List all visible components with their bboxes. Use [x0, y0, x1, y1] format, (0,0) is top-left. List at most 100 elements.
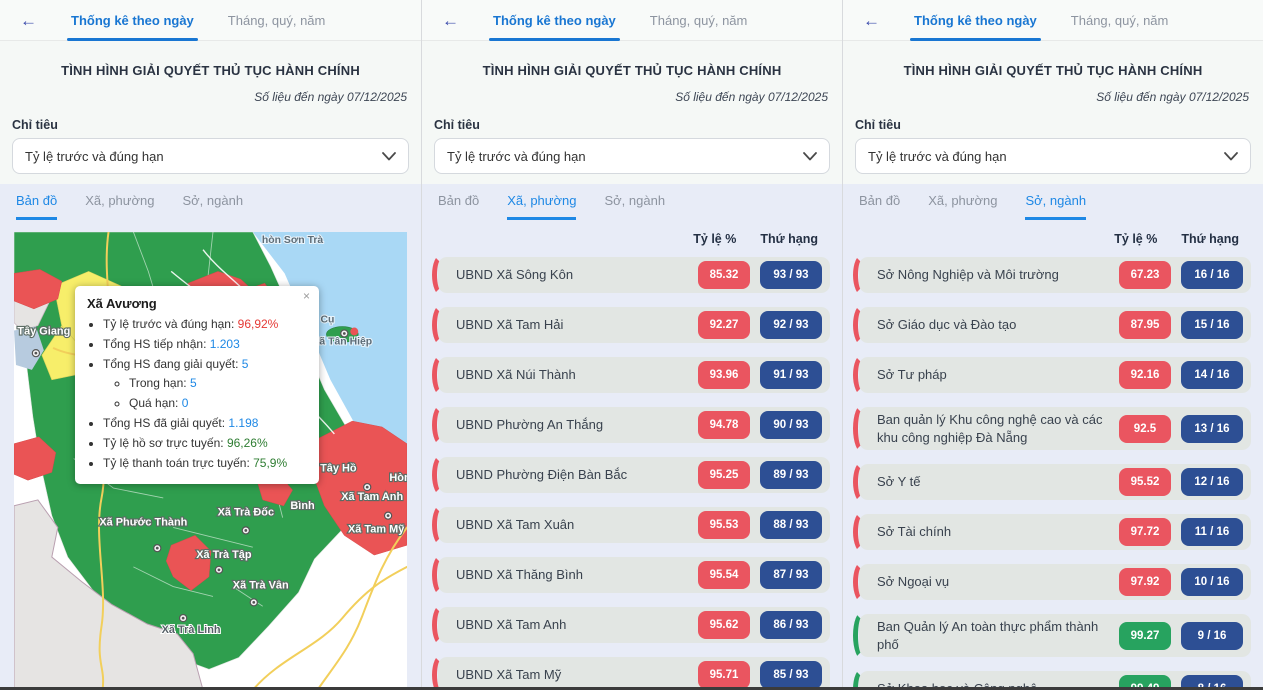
map-marker-icon[interactable]: [215, 566, 222, 573]
list-item[interactable]: UBND Phường Điện Bàn Bắc95.2589 / 93: [438, 457, 830, 493]
list-item[interactable]: UBND Xã Tam Mỹ95.7185 / 93: [438, 657, 830, 690]
tab-thong-ke-theo-ngay[interactable]: Thống kê theo ngày: [493, 0, 616, 41]
panel-communes: ← Thống kê theo ngày Tháng, quý, năm TÌN…: [421, 0, 842, 690]
list-item[interactable]: Sở Khoa học và Công nghệ99.498 / 16: [859, 671, 1251, 690]
data-date: Số liệu đến ngày 07/12/2025: [12, 90, 409, 104]
top-bar: ← Thống kê theo ngày Tháng, quý, năm: [843, 0, 1263, 41]
subtab-xa-phuong[interactable]: Xã, phường: [928, 193, 997, 220]
rate-badge: 92.27: [698, 311, 750, 339]
tooltip-item-label: Tỷ lệ hồ sơ trực tuyến:: [103, 436, 227, 450]
back-arrow-icon[interactable]: ←: [863, 12, 880, 29]
map-marker-icon[interactable]: [32, 350, 39, 357]
org-name: UBND Xã Tam Xuân: [456, 516, 698, 534]
list-item[interactable]: UBND Xã Sông Kôn85.3293 / 93: [438, 257, 830, 293]
rank-badge: 87 / 93: [760, 561, 822, 589]
chevron-down-icon: [1224, 152, 1238, 161]
tab-thang-quy-nam[interactable]: Tháng, quý, năm: [1071, 0, 1169, 41]
subtab-xa-phuong[interactable]: Xã, phường: [85, 193, 154, 220]
row-list: UBND Xã Sông Kôn85.3293 / 93 UBND Xã Tam …: [432, 255, 832, 690]
map-label: Hòn: [389, 472, 407, 484]
list-item[interactable]: Sở Giáo dục và Đào tạo87.9515 / 16: [859, 307, 1251, 343]
map-marker-icon[interactable]: [385, 512, 392, 519]
subtab-ban-do[interactable]: Bản đồ: [16, 193, 57, 220]
org-name: UBND Phường An Thắng: [456, 416, 698, 434]
tooltip-item: Tỷ lệ thanh toán trực tuyến: 75,9%: [103, 455, 307, 472]
org-name: Sở Khoa học và Công nghệ: [877, 680, 1119, 690]
tooltip-item-value: 1.198: [228, 416, 258, 430]
subtab-xa-phuong[interactable]: Xã, phường: [507, 193, 576, 220]
map-label: hòn Sơn Trà: [262, 235, 324, 246]
list-item[interactable]: UBND Xã Tam Anh95.6286 / 93: [438, 607, 830, 643]
subtab-bar: Bản đồ Xã, phường Sở, ngành: [843, 184, 1263, 220]
criteria-selected-value: Tỷ lệ trước và đúng hạn: [447, 149, 586, 164]
screenshot-stage: ← Thống kê theo ngày Tháng, quý, năm TÌN…: [0, 0, 1263, 690]
criteria-select[interactable]: Tỷ lệ trước và đúng hạn: [855, 138, 1251, 174]
header-block: TÌNH HÌNH GIẢI QUYẾT THỦ TỤC HÀNH CHÍNH …: [0, 41, 421, 174]
map-label: Xã Tam Mỹ: [348, 523, 404, 535]
close-icon[interactable]: ×: [303, 289, 310, 303]
map-marker-icon[interactable]: [250, 599, 257, 606]
col-rate: Tỷ lệ %: [1114, 232, 1157, 246]
org-name: Sở Tài chính: [877, 523, 1119, 541]
status-bracket-icon: [432, 404, 451, 446]
rate-badge: 67.23: [1119, 261, 1171, 289]
org-name: Sở Tư pháp: [877, 366, 1119, 384]
data-date: Số liệu đến ngày 07/12/2025: [434, 90, 830, 104]
list-item[interactable]: UBND Xã Tam Hải92.2792 / 93: [438, 307, 830, 343]
map-marker-icon[interactable]: [242, 527, 249, 534]
org-name: Sở Giáo dục và Đào tạo: [877, 316, 1119, 334]
rank-badge: 12 / 16: [1181, 468, 1243, 496]
ranking-list: Tỷ lệ % Thứ hạng Sở Nông Nghiệp và Môi t…: [843, 220, 1263, 690]
list-item[interactable]: Sở Nông Nghiệp và Môi trường67.2316 / 16: [859, 257, 1251, 293]
subtab-so-nganh[interactable]: Sở, ngành: [1025, 193, 1086, 220]
criteria-selected-value: Tỷ lệ trước và đúng hạn: [868, 149, 1007, 164]
criteria-select[interactable]: Tỷ lệ trước và đúng hạn: [434, 138, 830, 174]
subtab-so-nganh[interactable]: Sở, ngành: [604, 193, 665, 220]
status-bracket-icon: [853, 511, 872, 553]
tooltip-item-label: Quá hạn:: [129, 396, 182, 410]
list-item[interactable]: Ban Quản lý An toàn thực phẩm thành phố9…: [859, 614, 1251, 657]
list-item[interactable]: Ban quản lý Khu công nghệ cao và các khu…: [859, 407, 1251, 450]
map-label: Xã Trà Đốc: [218, 507, 275, 519]
status-bracket-icon: [853, 304, 872, 346]
list-item[interactable]: Sở Tài chính97.7211 / 16: [859, 514, 1251, 550]
status-bracket-icon: [432, 304, 451, 346]
map-canvas[interactable]: hòn Sơn TràXã Bà Nàhòn CụXã Tân HiệpTây …: [14, 232, 407, 690]
list-item[interactable]: Sở Tư pháp92.1614 / 16: [859, 357, 1251, 393]
tab-thang-quy-nam[interactable]: Tháng, quý, năm: [228, 0, 326, 41]
list-item[interactable]: Sở Ngoại vụ97.9210 / 16: [859, 564, 1251, 600]
org-name: UBND Xã Sông Kôn: [456, 266, 698, 284]
map-label: Xã Tân Hiệp: [312, 336, 372, 347]
tab-thong-ke-theo-ngay[interactable]: Thống kê theo ngày: [914, 0, 1037, 41]
rank-badge: 86 / 93: [760, 611, 822, 639]
tab-thang-quy-nam[interactable]: Tháng, quý, năm: [650, 0, 748, 41]
back-arrow-icon[interactable]: ←: [20, 12, 37, 29]
rate-badge: 85.32: [698, 261, 750, 289]
rate-badge: 95.53: [698, 511, 750, 539]
list-item[interactable]: UBND Phường An Thắng94.7890 / 93: [438, 407, 830, 443]
list-item[interactable]: UBND Xã Núi Thành93.9691 / 93: [438, 357, 830, 393]
tooltip-item: Tổng HS đang giải quyết: 5Trong hạn: 5Qu…: [103, 356, 307, 412]
panel-content: Bản đồ Xã, phường Sở, ngành: [0, 184, 421, 690]
map-marker-icon[interactable]: [154, 545, 161, 552]
map-marker-icon[interactable]: [180, 615, 187, 622]
column-headers: Tỷ lệ % Thứ hạng: [432, 220, 832, 255]
org-name: UBND Phường Điện Bàn Bắc: [456, 466, 698, 484]
criteria-select[interactable]: Tỷ lệ trước và đúng hạn: [12, 138, 409, 174]
list-item[interactable]: UBND Xã Tam Xuân95.5388 / 93: [438, 507, 830, 543]
map-marker-icon[interactable]: [364, 484, 371, 491]
column-headers: Tỷ lệ % Thứ hạng: [853, 220, 1253, 255]
subtab-so-nganh[interactable]: Sở, ngành: [182, 193, 243, 220]
list-item[interactable]: Sở Y tế95.5212 / 16: [859, 464, 1251, 500]
rate-badge: 93.96: [698, 361, 750, 389]
list-item[interactable]: UBND Xã Thăng Bình95.5487 / 93: [438, 557, 830, 593]
subtab-ban-do[interactable]: Bản đồ: [859, 193, 900, 220]
rate-badge: 95.25: [698, 461, 750, 489]
tooltip-item-value: 0: [182, 396, 189, 410]
tab-thong-ke-theo-ngay[interactable]: Thống kê theo ngày: [71, 0, 194, 41]
subtab-ban-do[interactable]: Bản đồ: [438, 193, 479, 220]
status-bracket-icon: [853, 668, 872, 690]
back-arrow-icon[interactable]: ←: [442, 12, 459, 29]
data-date: Số liệu đến ngày 07/12/2025: [855, 90, 1251, 104]
chevron-down-icon: [382, 152, 396, 161]
